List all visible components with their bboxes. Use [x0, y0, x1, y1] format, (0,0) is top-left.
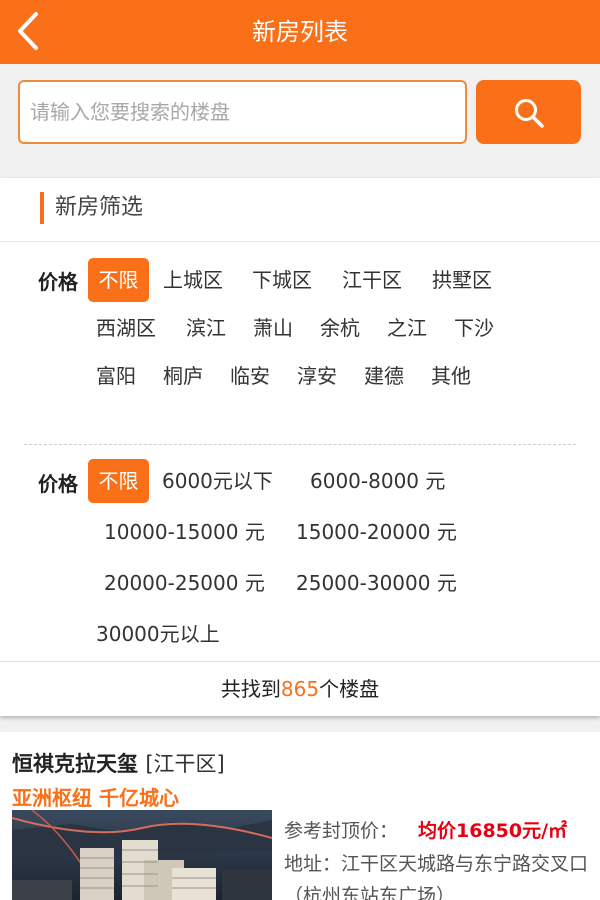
area-option[interactable]: 富阳 — [96, 362, 136, 390]
area-option[interactable]: 余杭 — [320, 314, 360, 342]
area-option[interactable]: 上城区 — [163, 266, 223, 294]
listing-name: 恒祺克拉天玺 — [12, 752, 138, 776]
listing-title: 恒祺克拉天玺 [江干区] — [12, 748, 225, 778]
listing-price: 均价16850元/㎡ — [418, 820, 568, 842]
area-option[interactable]: 桐庐 — [163, 362, 203, 390]
area-option[interactable]: 之江 — [387, 314, 427, 342]
search-icon — [515, 99, 544, 128]
area-option[interactable]: 下沙 — [454, 314, 494, 342]
price-filter-label: 价格 — [38, 472, 78, 496]
listing-district: [江干区] — [145, 752, 225, 776]
search-button[interactable] — [476, 80, 581, 144]
area-option[interactable]: 下城区 — [252, 266, 312, 294]
price-option[interactable]: 6000-8000 元 — [310, 467, 445, 495]
search-bar — [0, 64, 600, 176]
result-suffix: 个楼盘 — [319, 677, 380, 701]
area-option[interactable]: 拱墅区 — [432, 266, 492, 294]
area-option[interactable]: 淳安 — [297, 362, 337, 390]
filter-header: 新房筛选 — [0, 178, 600, 242]
price-option[interactable]: 20000-25000 元 — [104, 569, 265, 597]
listing-slogan: 亚洲枢纽 千亿城心 — [12, 786, 179, 810]
price-option-any[interactable]: 不限 — [88, 459, 149, 503]
area-option[interactable]: 其他 — [431, 362, 471, 390]
price-option[interactable]: 6000元以下 — [162, 467, 273, 495]
area-option[interactable]: 临安 — [230, 362, 270, 390]
listing-address: 地址：江干区天城路与东宁路交叉口（杭州东站东广场） — [284, 853, 589, 900]
listing-image[interactable] — [12, 810, 272, 900]
listing-card[interactable]: 恒祺克拉天玺 [江干区] 亚洲枢纽 千亿城心 参考封顶价： 均价16850元/㎡… — [0, 732, 600, 900]
page-title: 新房列表 — [252, 18, 348, 46]
app-header: 新房列表 — [0, 0, 600, 64]
filter-panel: 新房筛选 价格 不限 上城区 下城区 江干区 拱墅区 西湖区 滨江 萧山 余杭 … — [0, 178, 600, 716]
dashed-divider — [24, 444, 576, 445]
area-filter-label: 价格 — [38, 270, 78, 294]
result-count-bar: 共找到865个楼盘 — [0, 661, 600, 715]
area-option[interactable]: 建德 — [364, 362, 404, 390]
filter-title: 新房筛选 — [55, 195, 144, 220]
result-count: 865 — [280, 677, 320, 701]
area-option[interactable]: 滨江 — [186, 314, 226, 342]
area-option[interactable]: 西湖区 — [96, 314, 156, 342]
price-label: 参考封顶价： — [284, 820, 399, 842]
area-option-any[interactable]: 不限 — [88, 258, 149, 302]
price-option[interactable]: 25000-30000 元 — [296, 569, 457, 597]
result-prefix: 共找到 — [220, 677, 281, 701]
search-input[interactable] — [18, 80, 467, 144]
title-accent-bar — [40, 192, 44, 224]
price-option[interactable]: 30000元以上 — [96, 620, 220, 648]
area-option[interactable]: 江干区 — [342, 266, 402, 294]
area-option[interactable]: 萧山 — [253, 314, 293, 342]
price-option[interactable]: 15000-20000 元 — [296, 518, 457, 546]
price-option[interactable]: 10000-15000 元 — [104, 518, 265, 546]
